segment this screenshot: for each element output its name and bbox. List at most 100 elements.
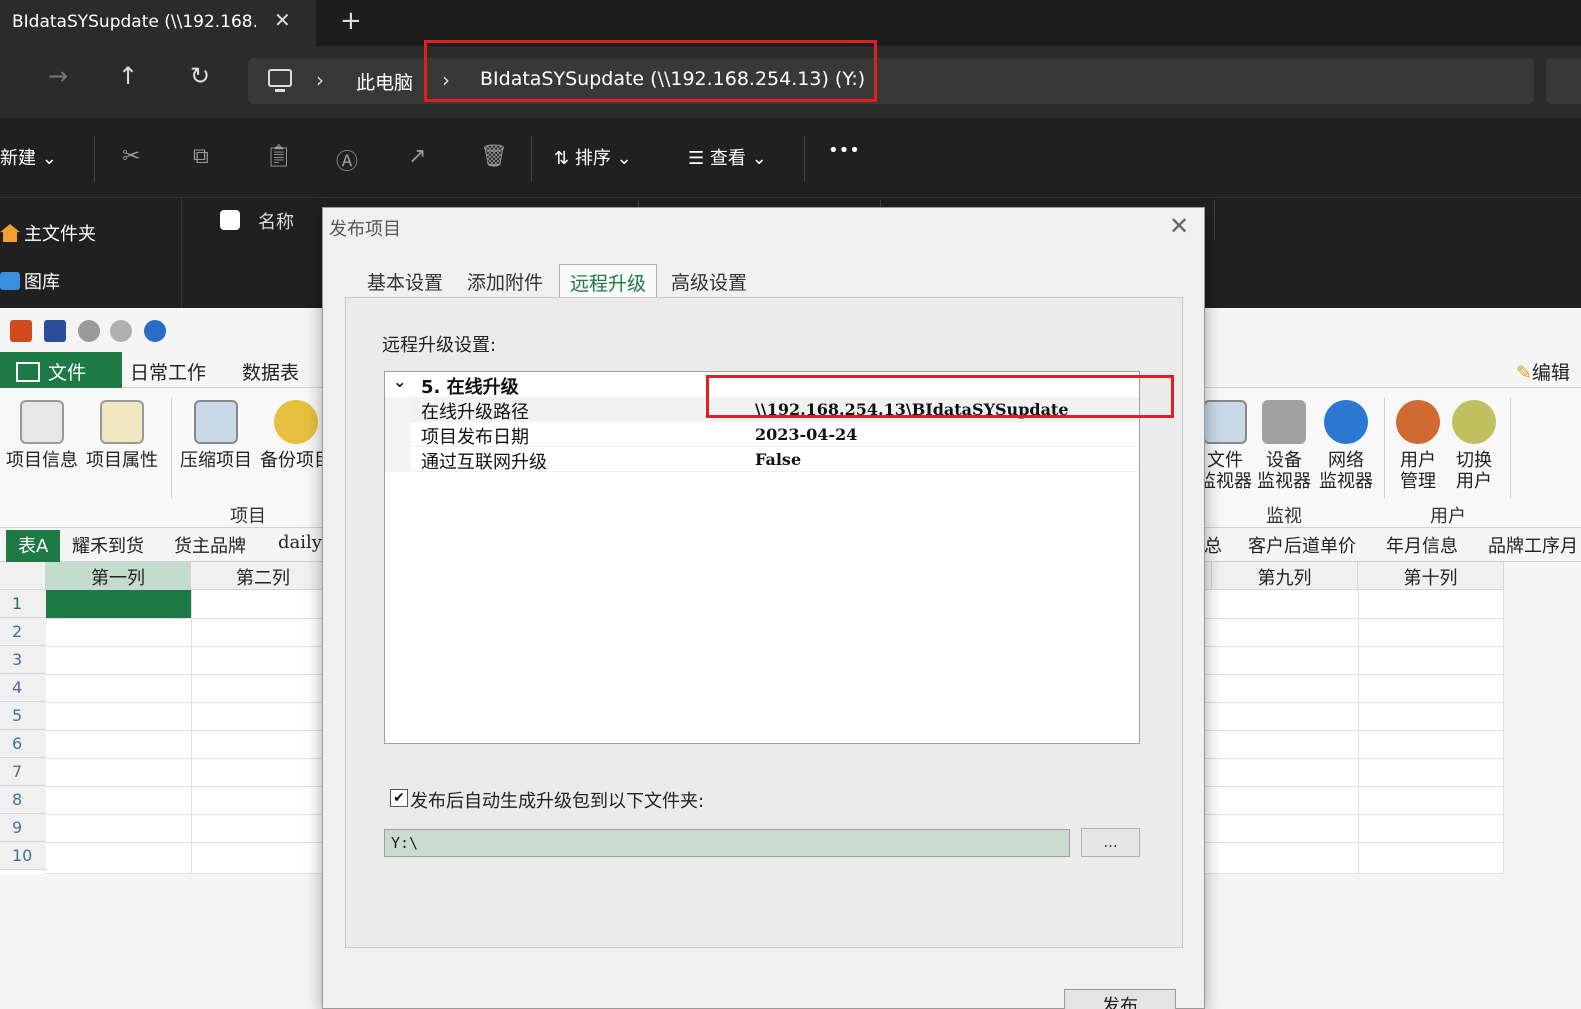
sheet-tab[interactable]: 年月信息 <box>1386 532 1458 558</box>
sidebar-item-home[interactable]: 主文件夹 <box>0 220 96 246</box>
user-management-button[interactable]: 用户 管理 <box>1388 400 1448 492</box>
save-icon[interactable] <box>44 320 66 342</box>
chevron-down-icon: ⌄ <box>616 148 632 169</box>
explorer-tab[interactable]: BIdataSYSupdate (\\192.168.254.13) (Y:) … <box>0 0 316 46</box>
redo-icon[interactable] <box>110 320 132 342</box>
more-options-icon[interactable]: ••• <box>828 140 860 161</box>
ribbon-tab-daily-work[interactable]: 日常工作 <box>130 358 206 385</box>
column-header[interactable]: 第一列 <box>46 562 191 590</box>
user-management-icon <box>1396 400 1440 444</box>
share-icon[interactable]: ↗ <box>408 144 426 169</box>
property-name: 通过互联网升级 <box>421 452 547 473</box>
column-divider <box>1214 200 1215 240</box>
button-label: 项目属性 <box>86 450 158 471</box>
column-header[interactable]: 第十列 <box>1358 562 1504 590</box>
new-tab-icon[interactable]: + <box>340 6 362 36</box>
tab-close-icon[interactable]: ✕ <box>274 8 291 32</box>
column-header[interactable]: 第二列 <box>191 562 336 590</box>
column-header-name[interactable]: 名称 <box>258 208 294 234</box>
forward-icon[interactable]: → <box>48 62 68 90</box>
up-icon[interactable]: ↑ <box>118 62 138 90</box>
tab-attachments[interactable]: 添加附件 <box>467 268 543 295</box>
sheet-tab[interactable]: 货主品牌 <box>174 532 246 558</box>
sidebar-item-gallery[interactable]: 图库 <box>0 268 60 294</box>
screen: BIdataSYSupdate (\\192.168.254.13) (Y:) … <box>0 0 1581 1009</box>
sheet-tab[interactable]: 总 <box>1204 532 1222 558</box>
paste-icon[interactable]: 📋︎ <box>265 144 293 169</box>
cut-icon[interactable]: ✂ <box>122 144 140 169</box>
sheet-tab[interactable]: daily <box>278 532 322 553</box>
sheet-tab[interactable]: 客户后道单价 <box>1248 532 1356 558</box>
row-number[interactable]: 9 <box>0 814 46 842</box>
chevron-right-icon[interactable]: › <box>442 68 450 92</box>
auto-package-checkbox[interactable]: ✔ <box>390 789 408 807</box>
publish-button[interactable]: 发布 <box>1064 989 1176 1009</box>
view-button[interactable]: ☰ 查看 ⌄ <box>688 144 767 170</box>
copy-icon[interactable]: ⧉ <box>193 144 209 169</box>
divider <box>804 136 805 182</box>
ribbon-divider <box>171 398 172 498</box>
ribbon-tab-data-table[interactable]: 数据表 <box>242 358 299 385</box>
ribbon-tab-edit[interactable]: ✎编辑 <box>1516 358 1570 385</box>
project-info-button[interactable]: 项目信息 <box>4 400 80 471</box>
property-row-internet-upgrade[interactable]: 通过互联网升级 False <box>385 447 1139 473</box>
selected-cell[interactable] <box>46 590 191 618</box>
tab-basic-settings[interactable]: 基本设置 <box>367 268 443 295</box>
compress-project-button[interactable]: 压缩项目 <box>178 400 254 471</box>
close-icon[interactable]: ✕ <box>1169 212 1189 240</box>
network-monitor-button[interactable]: 网络 监视器 <box>1314 400 1378 492</box>
row-number[interactable]: 1 <box>0 590 46 618</box>
switch-user-button[interactable]: 切换 用户 <box>1444 400 1504 492</box>
chevron-down-icon[interactable]: ⌄ <box>393 372 406 391</box>
help-icon[interactable] <box>144 320 166 342</box>
device-monitor-button[interactable]: 设备 监视器 <box>1252 400 1316 492</box>
app-logo-icon[interactable] <box>10 320 32 342</box>
refresh-icon[interactable]: ↻ <box>190 62 210 90</box>
navigation-bar: → ↑ ↻ › 此电脑 › BIdataSYSupdate (\\192.168… <box>0 46 1581 118</box>
row-number[interactable]: 5 <box>0 702 46 730</box>
sheet-tab-active[interactable]: 表A <box>6 530 61 562</box>
property-value[interactable]: \\192.168.254.13\BIdataSYSupdate <box>755 400 1069 419</box>
grid-corner[interactable] <box>0 562 46 590</box>
button-label: 切换 <box>1456 450 1492 471</box>
property-name: 项目发布日期 <box>421 427 529 448</box>
tab-advanced-settings[interactable]: 高级设置 <box>671 268 747 295</box>
browse-button[interactable]: ... <box>1081 828 1140 857</box>
undo-icon[interactable] <box>78 320 100 342</box>
row-number[interactable]: 10 <box>0 842 46 870</box>
folder-path-input[interactable]: Y:\ <box>384 829 1070 857</box>
rename-icon[interactable]: Ⓐ <box>336 144 358 176</box>
row-number[interactable]: 2 <box>0 618 46 646</box>
address-bar[interactable]: › 此电脑 › BIdataSYSupdate (\\192.168.254.1… <box>248 58 1534 104</box>
button-label: 压缩项目 <box>180 450 252 471</box>
project-properties-button[interactable]: 项目属性 <box>84 400 160 471</box>
remote-upgrade-panel: 远程升级设置: ⌄ 5. 在线升级 在线升级路径 \\192.168.254.1… <box>345 297 1183 948</box>
button-label: 设备 <box>1266 450 1302 471</box>
sheet-tab[interactable]: 品牌工序月 <box>1488 532 1578 558</box>
breadcrumb-drive[interactable]: BIdataSYSupdate (\\192.168.254.13) (Y:) <box>480 68 865 90</box>
new-button[interactable]: 新建 ⌄ <box>0 144 57 170</box>
project-properties-icon <box>100 400 144 444</box>
row-number[interactable]: 4 <box>0 674 46 702</box>
breadcrumb-this-pc[interactable]: 此电脑 <box>356 68 413 95</box>
device-monitor-icon <box>1262 400 1306 444</box>
select-all-checkbox[interactable] <box>220 210 240 230</box>
row-number[interactable]: 8 <box>0 786 46 814</box>
property-row-publish-date[interactable]: 项目发布日期 2023-04-24 <box>385 422 1139 448</box>
sort-button[interactable]: ⇅ 排序 ⌄ <box>554 144 632 170</box>
delete-icon[interactable]: 🗑︎ <box>480 144 508 169</box>
tab-remote-upgrade[interactable]: 远程升级 <box>559 264 658 298</box>
search-box[interactable] <box>1546 58 1581 104</box>
property-category[interactable]: ⌄ 5. 在线升级 <box>385 372 1139 398</box>
this-pc-icon[interactable] <box>268 69 292 92</box>
property-row-upgrade-path[interactable]: 在线升级路径 \\192.168.254.13\BIdataSYSupdate <box>385 397 1139 423</box>
row-number[interactable]: 6 <box>0 730 46 758</box>
row-number[interactable]: 3 <box>0 646 46 674</box>
property-value[interactable]: 2023-04-24 <box>755 425 857 444</box>
ribbon-tab-file[interactable]: 文件 <box>0 352 122 388</box>
property-value[interactable]: False <box>755 450 801 469</box>
chevron-right-icon[interactable]: › <box>316 68 324 92</box>
column-header[interactable]: 第九列 <box>1212 562 1358 590</box>
row-number[interactable]: 7 <box>0 758 46 786</box>
sheet-tab[interactable]: 耀禾到货 <box>72 532 144 558</box>
